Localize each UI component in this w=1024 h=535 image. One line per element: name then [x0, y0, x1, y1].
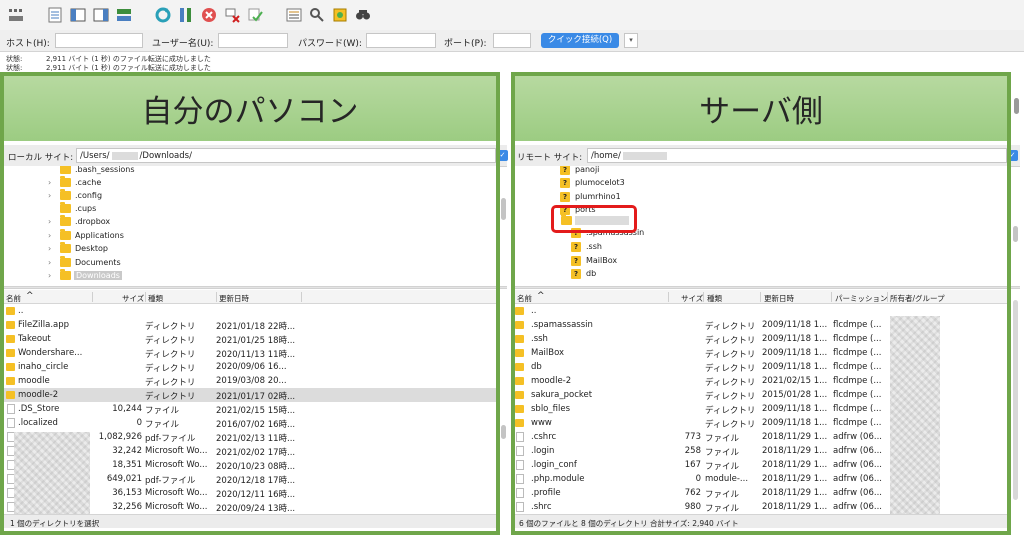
local-annotation-frame	[0, 72, 500, 535]
filezilla-window: ホスト(H): ユーザー名(U): パスワード(W): ポート(P): クイック…	[0, 0, 1024, 535]
remote-list-scrollbar[interactable]	[1013, 300, 1018, 500]
port-input[interactable]	[493, 33, 531, 48]
compare-icon[interactable]	[307, 5, 327, 25]
username-input[interactable]	[218, 33, 288, 48]
sync-browse-icon[interactable]	[330, 5, 350, 25]
site-manager-icon[interactable]	[6, 5, 26, 25]
remote-annotation-frame	[511, 72, 1011, 535]
log-scrollbar[interactable]	[1014, 98, 1019, 114]
process-queue-icon[interactable]	[176, 5, 196, 25]
password-input[interactable]	[366, 33, 436, 48]
remote-tree-scrollbar[interactable]	[1013, 226, 1018, 242]
remote-annotation-banner: サーバ側	[515, 76, 1007, 141]
host-input[interactable]	[55, 33, 143, 48]
refresh-icon[interactable]	[153, 5, 173, 25]
password-label: パスワード(W):	[298, 39, 362, 49]
local-tree-icon[interactable]	[68, 5, 88, 25]
quickconnect-history-dropdown[interactable]: ▾	[624, 33, 638, 48]
username-label: ユーザー名(U):	[152, 39, 214, 49]
filter-icon[interactable]	[284, 5, 304, 25]
disconnect-icon[interactable]	[222, 5, 242, 25]
quickconnect-button[interactable]: クイック接続(Q)	[541, 33, 619, 48]
quickconnect-bar: ホスト(H): ユーザー名(U): パスワード(W): ポート(P): クイック…	[0, 30, 1024, 52]
host-label: ホスト(H):	[6, 39, 50, 49]
local-list-scrollbar[interactable]	[501, 425, 506, 439]
main-toolbar	[0, 0, 1024, 30]
search-icon[interactable]	[353, 5, 373, 25]
message-log-icon[interactable]	[45, 5, 65, 25]
local-tree-scrollbar[interactable]	[501, 198, 506, 220]
message-log: 状態: 2,911 バイト (1 秒) のファイル転送に成功しました 状態: 2,9…	[0, 53, 1024, 73]
remote-tree-icon[interactable]	[91, 5, 111, 25]
transfer-queue-icon[interactable]	[114, 5, 134, 25]
port-label: ポート(P):	[444, 39, 487, 49]
cancel-icon[interactable]	[199, 5, 219, 25]
local-annotation-banner: 自分のパソコン	[4, 76, 496, 141]
reconnect-icon[interactable]	[245, 5, 265, 25]
